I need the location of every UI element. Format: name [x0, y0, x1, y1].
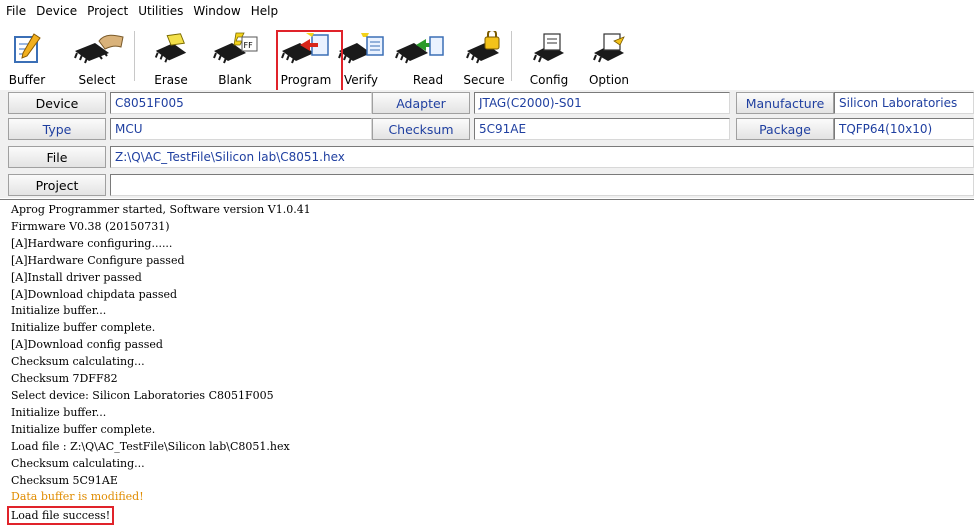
adapter-field: JTAG(C2000)-S01 — [474, 92, 730, 114]
log-line-row: Checksum calculating... — [11, 456, 974, 473]
log-line: [A]Download config passed — [11, 338, 163, 352]
secure-label: Secure — [463, 73, 505, 87]
file-field: Z:\Q\AC_TestFile\Silicon lab\C8051.hex — [110, 146, 974, 168]
log-output: Aprog Programmer started, Software versi… — [0, 199, 974, 526]
option-button[interactable]: Option — [584, 23, 634, 89]
file-button[interactable]: File — [8, 146, 106, 168]
verify-label: Verify — [343, 73, 379, 87]
type-field: MCU — [110, 118, 372, 140]
log-line: Load file : Z:\Q\AC_TestFile\Silicon lab… — [11, 439, 290, 453]
log-line-row: Load file success! — [7, 506, 974, 526]
device-button[interactable]: Device — [8, 92, 106, 114]
menu-file[interactable]: File — [6, 4, 26, 18]
log-line-row: Checksum calculating... — [11, 354, 974, 371]
chip-hand-icon — [69, 29, 125, 67]
option-label: Option — [588, 73, 630, 87]
project-field — [110, 174, 974, 196]
chip-lock-icon — [465, 29, 503, 67]
select-label: Select — [78, 73, 116, 87]
program-button[interactable]: Program — [275, 23, 337, 89]
log-line: [A]Hardware Configure passed — [11, 253, 185, 267]
chip-read-icon — [394, 29, 444, 67]
log-line-row: Firmware V0.38 (20150731) — [11, 219, 974, 236]
log-line-row: [A]Hardware Configure passed — [11, 253, 974, 270]
read-label: Read — [412, 73, 444, 87]
select-button[interactable]: Select — [66, 23, 128, 89]
log-line-row: Select device: Silicon Laboratories C805… — [11, 388, 974, 405]
chip-config-icon — [530, 29, 568, 67]
toolbar-divider — [511, 31, 512, 81]
device-field: C8051F005 — [110, 92, 372, 114]
config-button[interactable]: Config — [520, 23, 578, 89]
log-line: Data buffer is modified! — [11, 490, 144, 504]
chip-option-icon — [590, 29, 628, 67]
log-line-row: Initialize buffer complete. — [11, 320, 974, 337]
log-line: Initialize buffer... — [11, 304, 107, 318]
log-line: Checksum 5C91AE — [11, 473, 118, 487]
chip-verify-icon — [337, 29, 385, 67]
log-line: Aprog Programmer started, Software versi… — [11, 203, 311, 216]
checksum-field: 5C91AE — [474, 118, 730, 140]
log-line-row: Initialize buffer... — [11, 405, 974, 422]
toolbar: Buffer Select Erase FF Blank Program Ver… — [0, 23, 974, 89]
log-line-row: Checksum 7DFF82 — [11, 371, 974, 388]
notepad-pencil-icon — [8, 29, 46, 67]
read-button[interactable]: Read — [389, 23, 449, 89]
log-line-row: Aprog Programmer started, Software versi… — [11, 202, 974, 219]
log-line-highlighted: Load file success! — [7, 506, 115, 526]
type-button[interactable]: Type — [8, 118, 106, 140]
toolbar-divider — [134, 31, 135, 81]
log-line: Initialize buffer complete. — [11, 321, 156, 335]
log-line: Checksum calculating... — [11, 355, 145, 369]
log-line-row: [A]Download chipdata passed — [11, 287, 974, 304]
log-line: [A]Install driver passed — [11, 270, 142, 284]
manufacture-field: Silicon Laboratories — [834, 92, 974, 114]
menu-help[interactable]: Help — [251, 4, 278, 18]
log-line-row: Initialize buffer complete. — [11, 422, 974, 439]
program-label: Program — [280, 73, 332, 87]
log-line-row: [A]Hardware configuring...... — [11, 236, 974, 253]
log-line-row: Checksum 5C91AE — [11, 473, 974, 490]
package-field: TQFP64(10x10) — [834, 118, 974, 140]
menu-utilities[interactable]: Utilities — [138, 4, 183, 18]
log-line: Checksum calculating... — [11, 456, 145, 470]
buffer-label: Buffer — [8, 73, 46, 87]
chip-ff-icon: FF — [212, 29, 258, 67]
log-line: Select device: Silicon Laboratories C805… — [11, 388, 274, 402]
log-line-row: Data buffer is modified! — [11, 489, 974, 506]
config-label: Config — [529, 73, 569, 87]
menu-device[interactable]: Device — [36, 4, 77, 18]
chip-eraser-icon — [152, 29, 190, 67]
log-line-row: [A]Download config passed — [11, 337, 974, 354]
blank-label: Blank — [218, 73, 252, 87]
log-line: Initialize buffer... — [11, 405, 107, 419]
log-line: [A]Download chipdata passed — [11, 287, 178, 301]
project-button[interactable]: Project — [8, 174, 106, 196]
device-info-panel: Device C8051F005 Adapter JTAG(C2000)-S01… — [0, 90, 974, 198]
adapter-button[interactable]: Adapter — [372, 92, 470, 114]
erase-button[interactable]: Erase — [145, 23, 197, 89]
blank-button[interactable]: FF Blank — [205, 23, 265, 89]
menu-window[interactable]: Window — [193, 4, 240, 18]
menu-bar: File Device Project Utilities Window Hel… — [0, 0, 974, 22]
log-line-row: Initialize buffer... — [11, 303, 974, 320]
checksum-button[interactable]: Checksum — [372, 118, 470, 140]
log-line-row: Load file : Z:\Q\AC_TestFile\Silicon lab… — [11, 439, 974, 456]
log-line: Checksum 7DFF82 — [11, 372, 118, 386]
buffer-button[interactable]: Buffer — [8, 23, 46, 89]
svg-text:FF: FF — [244, 41, 254, 50]
menu-project[interactable]: Project — [87, 4, 128, 18]
manufacture-button[interactable]: Manufacture — [736, 92, 834, 114]
log-line: [A]Hardware configuring...... — [11, 236, 173, 250]
secure-button[interactable]: Secure — [459, 23, 509, 89]
erase-label: Erase — [154, 73, 188, 87]
package-button[interactable]: Package — [736, 118, 834, 140]
verify-button[interactable]: Verify — [337, 23, 385, 89]
log-line-row: [A]Install driver passed — [11, 270, 974, 287]
log-line: Firmware V0.38 (20150731) — [11, 219, 170, 233]
log-line: Initialize buffer complete. — [11, 422, 156, 436]
chip-program-icon — [280, 29, 332, 67]
